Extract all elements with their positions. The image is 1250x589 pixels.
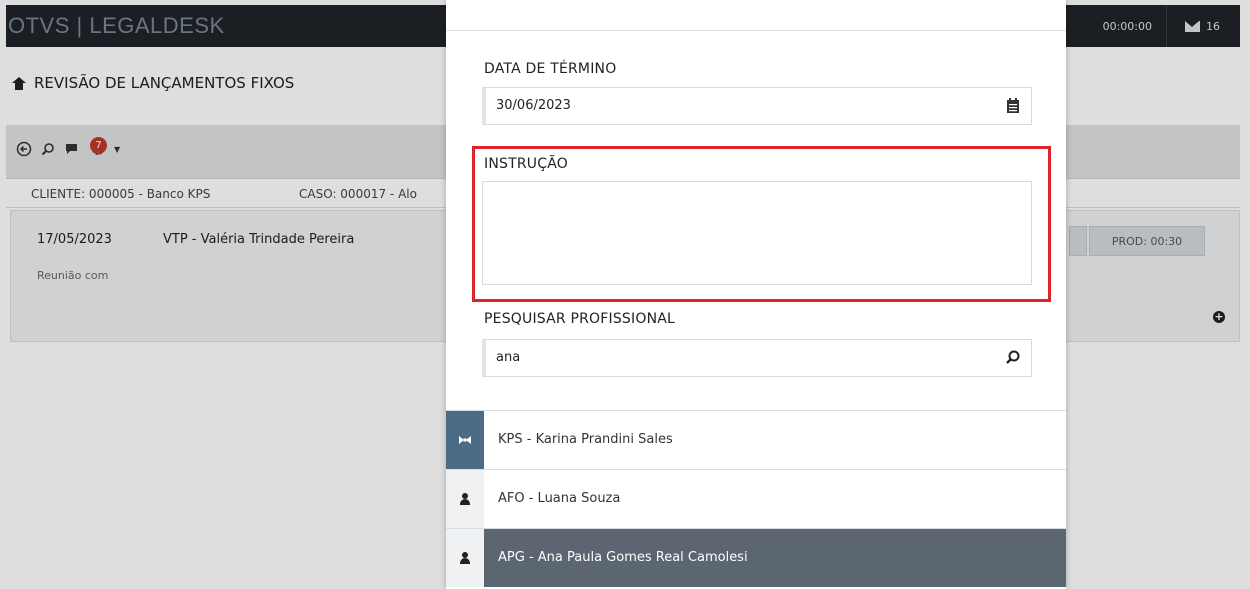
result-gutter xyxy=(446,411,484,469)
result-gutter xyxy=(446,529,484,587)
panel-top-bar xyxy=(446,0,1066,31)
end-date-input[interactable] xyxy=(486,88,966,122)
bowtie-icon xyxy=(459,436,471,444)
end-date-field[interactable] xyxy=(482,87,1032,125)
end-date-label: DATA DE TÉRMINO xyxy=(484,61,617,77)
result-label: APG - Ana Paula Gomes Real Camolesi xyxy=(498,550,748,565)
result-label: AFO - Luana Souza xyxy=(498,491,621,506)
result-item-kps[interactable]: KPS - Karina Prandini Sales xyxy=(446,410,1066,469)
user-icon xyxy=(458,492,472,506)
result-gutter xyxy=(446,470,484,528)
result-label: KPS - Karina Prandini Sales xyxy=(498,432,673,447)
professional-results-list: KPS - Karina Prandini Sales AFO - Luana … xyxy=(446,410,1066,587)
search-professional-label: PESQUISAR PROFISSIONAL xyxy=(484,311,676,327)
calendar-icon[interactable] xyxy=(1004,97,1022,115)
result-item-apg[interactable]: APG - Ana Paula Gomes Real Camolesi xyxy=(446,528,1066,587)
search-professional-field[interactable] xyxy=(482,339,1032,377)
user-icon xyxy=(458,551,472,565)
search-professional-input[interactable] xyxy=(486,340,966,374)
side-panel: DATA DE TÉRMINO INSTRUÇÃO PESQUISAR PROF… xyxy=(446,0,1066,589)
instruction-field[interactable] xyxy=(482,181,1032,285)
instruction-label: INSTRUÇÃO xyxy=(484,156,568,172)
instruction-textarea[interactable] xyxy=(483,182,1031,284)
result-item-afo[interactable]: AFO - Luana Souza xyxy=(446,469,1066,528)
search-icon[interactable] xyxy=(1004,349,1022,367)
